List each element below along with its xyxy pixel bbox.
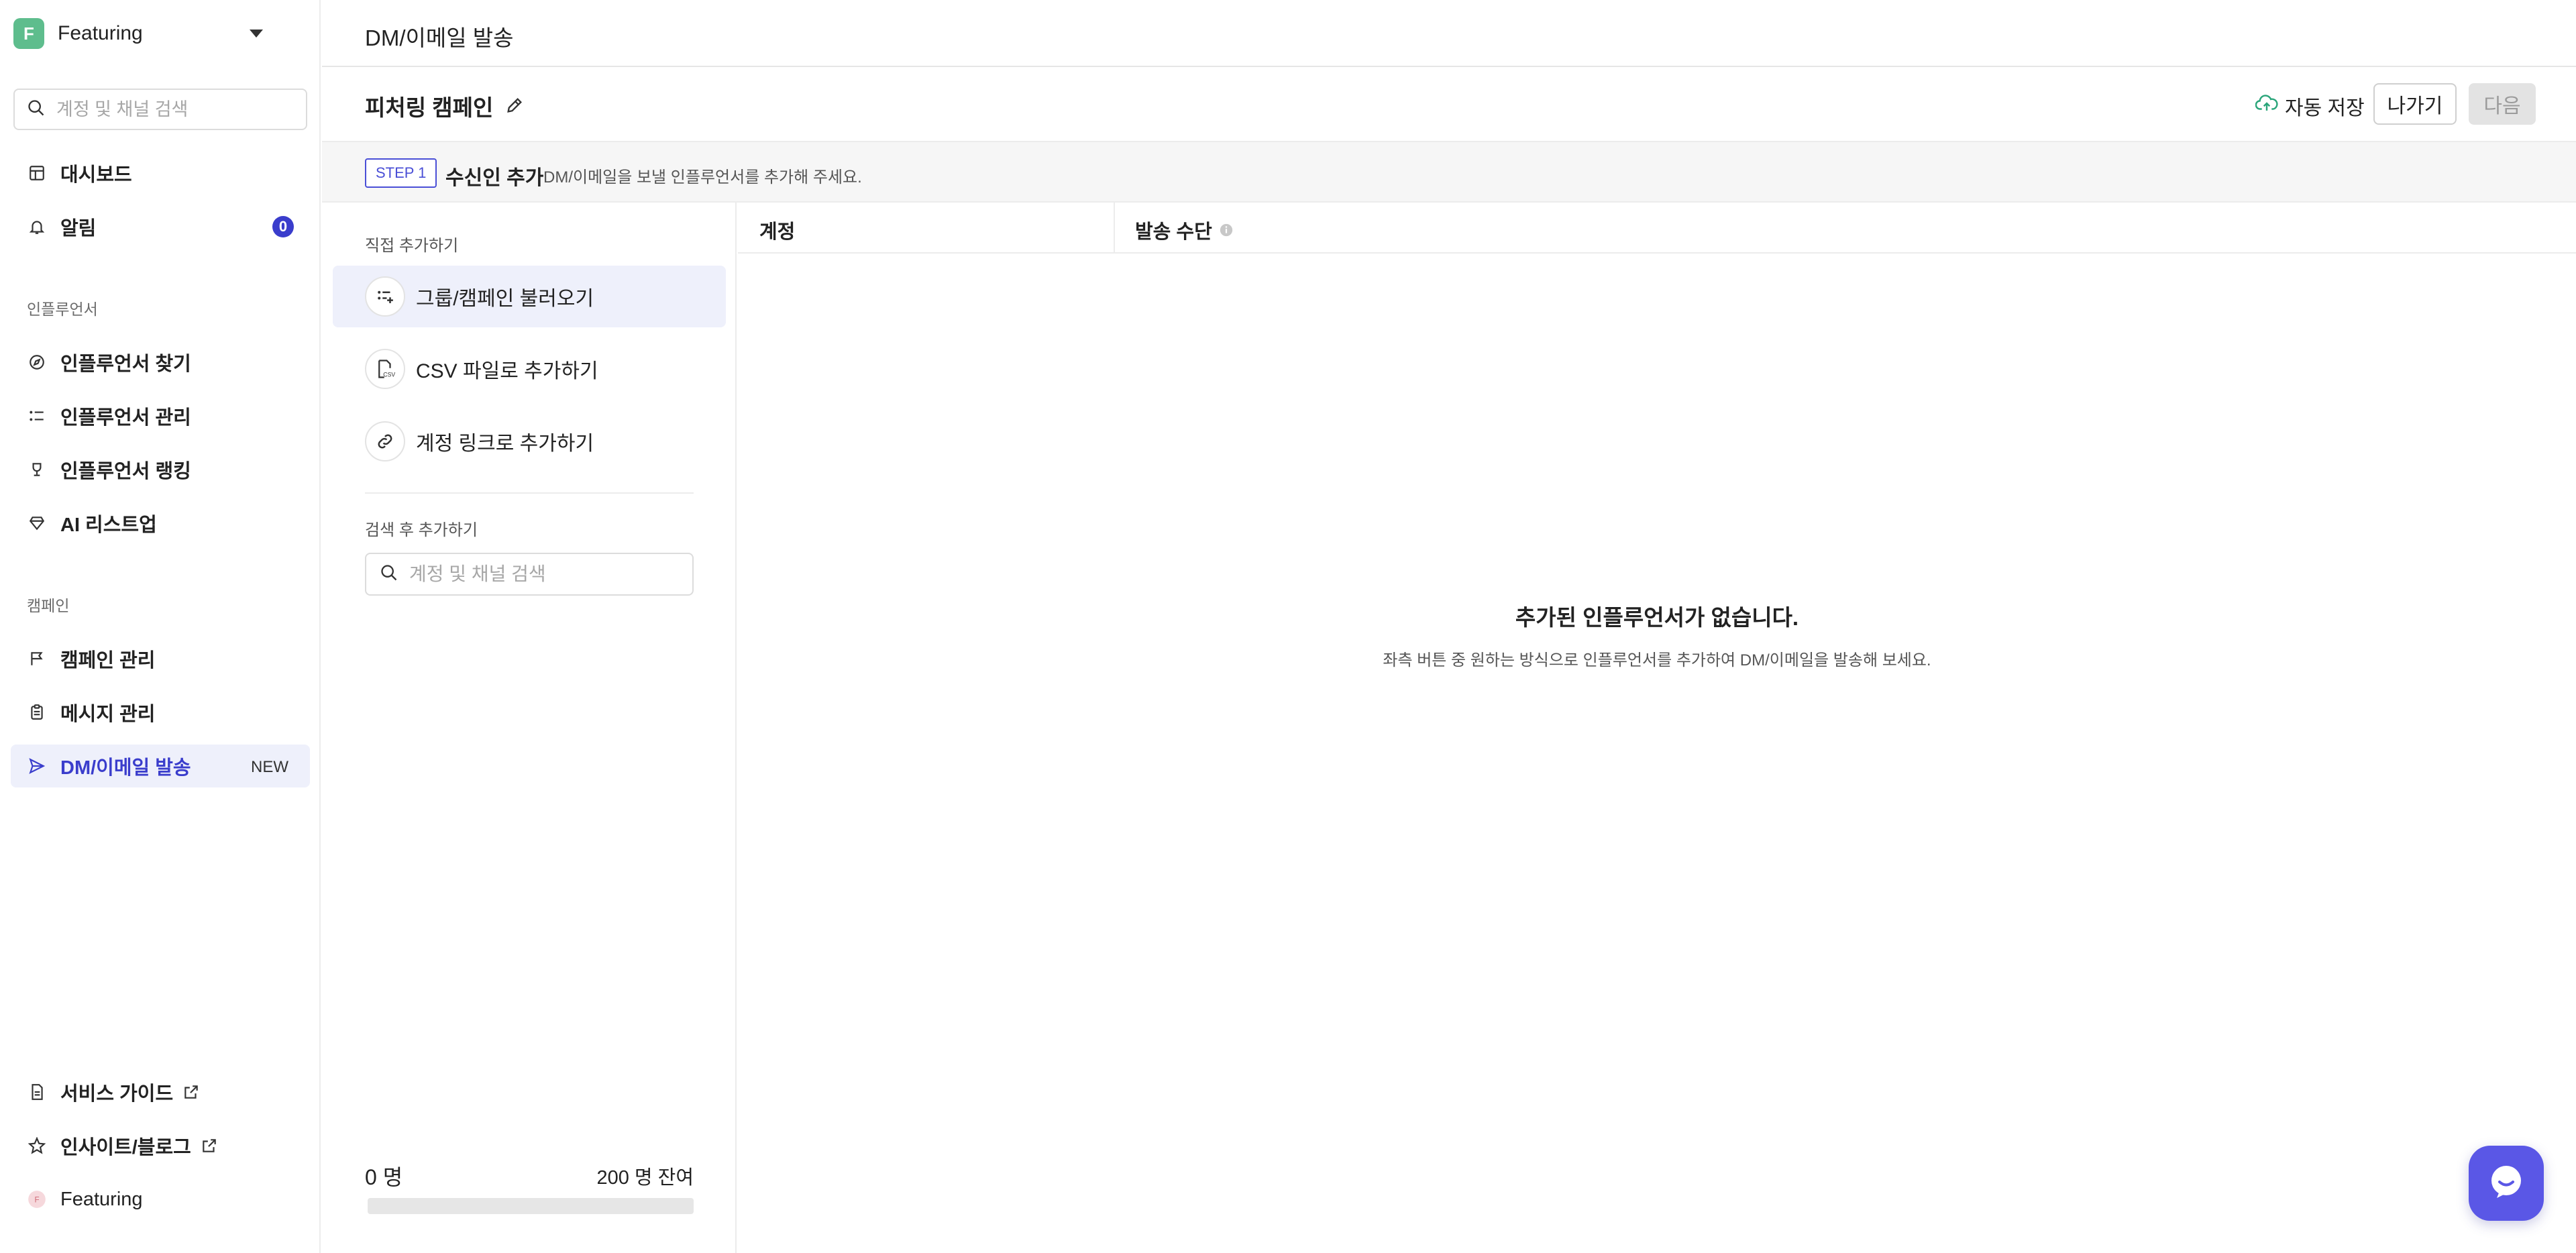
sidebar-item-label: 인플루언서 관리 (60, 407, 191, 429)
dashboard-icon (27, 163, 47, 183)
sidebar-item-find-influencer[interactable]: 인플루언서 찾기 (11, 341, 310, 384)
sidebar-item-label: 인플루언서 찾기 (60, 353, 191, 375)
sidebar-item-label: AI 리스트업 (60, 514, 157, 536)
sidebar-item-campaign-manage[interactable]: 캠페인 관리 (11, 637, 310, 680)
workspace-switcher[interactable]: F Featuring (13, 16, 263, 51)
empty-state-title: 추가된 인플루언서가 없습니다. (1515, 605, 1799, 630)
link-icon (365, 421, 405, 461)
step-description: DM/이메일을 보낼 인플루언서를 추가해 주세요. (543, 168, 862, 186)
new-badge: NEW (251, 758, 288, 776)
table-header: 계정 발송 수단 (738, 203, 2576, 254)
recipient-table: 계정 발송 수단 추가된 인플루언서가 없습니다. 좌측 버튼 중 원하는 방식… (738, 203, 2576, 1253)
sidebar-item-service-guide[interactable]: 서비스 가이드 (11, 1071, 310, 1113)
direct-add-label: 직접 추가하기 (365, 237, 459, 255)
diamond-icon (27, 513, 47, 533)
column-header-account: 계정 (759, 221, 796, 243)
group-import-icon (365, 276, 405, 317)
sidebar-item-label: DM/이메일 발송 (60, 757, 191, 779)
step-banner: STEP 1 수신인 추가 DM/이메일을 보낼 인플루언서를 추가해 주세요. (322, 141, 2576, 203)
sidebar: F Featuring 대시보드 알림 0 인플루언서 (0, 0, 321, 1253)
sidebar-item-label: 메시지 관리 (60, 704, 156, 725)
next-button[interactable]: 다음 (2469, 83, 2536, 125)
sidebar-item-label: Featuring (60, 1188, 143, 1210)
sidebar-item-manage-influencer[interactable]: 인플루언서 관리 (11, 394, 310, 437)
panel-search-input[interactable] (409, 563, 678, 585)
column-header-method-label: 발송 수단 (1135, 221, 1212, 243)
exit-button[interactable]: 나가기 (2373, 83, 2457, 125)
csv-file-icon: CSV (365, 349, 405, 389)
empty-state-subtitle: 좌측 버튼 중 원하는 방식으로 인플루언서를 추가하여 DM/이메일을 발송해… (1383, 651, 1931, 669)
recipient-count: 0 명 (365, 1165, 403, 1189)
list-icon (27, 406, 47, 426)
campaign-title: 피처링 캠페인 (365, 90, 525, 122)
search-icon (380, 563, 398, 586)
sidebar-item-label: 알림 (60, 218, 97, 239)
sidebar-item-label: 캠페인 관리 (60, 650, 156, 671)
sidebar-item-message-manage[interactable]: 메시지 관리 (11, 691, 310, 734)
step-title: 수신인 추가 (445, 167, 544, 189)
sidebar-item-dm-email[interactable]: DM/이메일 발송 NEW (11, 745, 310, 787)
sidebar-item-insight-blog[interactable]: 인사이트/블로그 (11, 1124, 310, 1167)
option-label: CSV 파일로 추가하기 (416, 360, 598, 382)
option-add-csv[interactable]: CSV CSV 파일로 추가하기 (333, 338, 726, 400)
flag-icon (27, 649, 47, 669)
workspace-name: Featuring (58, 22, 143, 44)
option-label: 그룹/캠페인 불러오기 (416, 288, 594, 310)
svg-text:F: F (34, 1196, 39, 1205)
sidebar-item-profile[interactable]: F Featuring (11, 1178, 310, 1221)
step-badge: STEP 1 (365, 158, 437, 188)
send-icon (27, 756, 47, 776)
clipboard-icon (27, 702, 47, 722)
sidebar-item-notifications[interactable]: 알림 0 (11, 205, 310, 248)
workspace-avatar: F (13, 18, 44, 49)
remaining-count: 200 명 잔여 (596, 1167, 694, 1189)
option-label: 계정 링크로 추가하기 (416, 433, 594, 455)
sidebar-item-label: 서비스 가이드 (60, 1083, 174, 1105)
document-icon (27, 1082, 47, 1102)
compass-icon (27, 352, 47, 372)
cloud-upload-icon (2255, 93, 2278, 119)
panel-search[interactable] (365, 553, 694, 596)
sidebar-item-label: 인사이트/블로그 (60, 1137, 191, 1158)
autosave-indicator: 자동 저장 (2255, 91, 2365, 121)
chat-support-button[interactable] (2469, 1146, 2544, 1221)
campaign-header: 피처링 캠페인 자동 저장 나가기 다음 (322, 67, 2576, 141)
option-import-group-campaign[interactable]: 그룹/캠페인 불러오기 (333, 266, 726, 327)
sidebar-item-ai-listup[interactable]: AI 리스트업 (11, 502, 310, 545)
search-add-label: 검색 후 추가하기 (365, 521, 478, 539)
chat-icon (2485, 1160, 2528, 1207)
pencil-icon[interactable] (505, 96, 525, 116)
info-icon[interactable] (1219, 223, 1234, 237)
caret-down-icon[interactable] (250, 30, 263, 38)
svg-text:CSV: CSV (383, 371, 395, 378)
trophy-icon (27, 459, 47, 480)
sidebar-item-dashboard[interactable]: 대시보드 (11, 152, 310, 195)
sidebar-search[interactable] (13, 89, 307, 130)
sidebar-search-input[interactable] (56, 99, 298, 120)
section-label-influencer: 인플루언서 (27, 301, 98, 318)
sidebar-item-ranking[interactable]: 인플루언서 랭킹 (11, 448, 310, 491)
search-icon (27, 99, 46, 121)
notification-badge: 0 (272, 216, 294, 237)
sidebar-item-label: 대시보드 (60, 164, 132, 186)
recipient-source-panel: 직접 추가하기 그룹/캠페인 불러오기 CSV CSV 파일로 추가하기 계정 … (322, 203, 737, 1253)
panel-divider (365, 492, 694, 494)
bell-icon (27, 217, 47, 237)
external-link-icon (201, 1137, 218, 1154)
star-icon (27, 1136, 47, 1156)
campaign-title-text: 피처링 캠페인 (365, 95, 494, 120)
sidebar-item-label: 인플루언서 랭킹 (60, 461, 191, 482)
recipient-progress-bar (368, 1198, 694, 1214)
section-label-campaign: 캠페인 (27, 597, 70, 614)
column-header-method: 발송 수단 (1135, 216, 1234, 244)
topbar: DM/이메일 발송 (322, 0, 2576, 67)
page-title: DM/이메일 발송 (365, 25, 514, 50)
external-link-icon (182, 1083, 200, 1101)
autosave-label: 자동 저장 (2285, 97, 2365, 119)
column-divider (1114, 203, 1115, 254)
user-avatar-icon: F (27, 1189, 47, 1209)
option-add-link[interactable]: 계정 링크로 추가하기 (333, 411, 726, 472)
